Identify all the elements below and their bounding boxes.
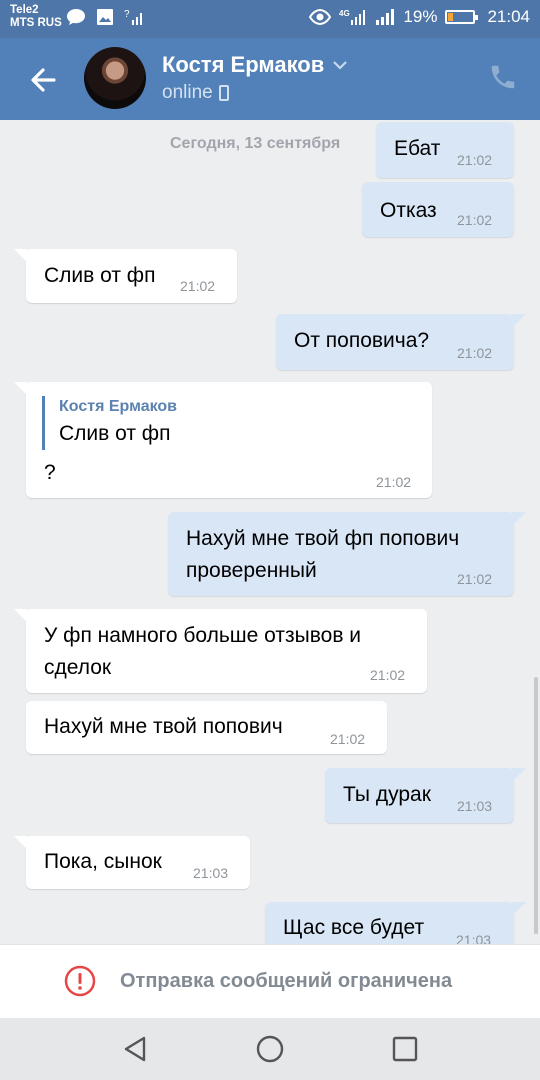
carrier-labels: Tele2 MTS RUS [10,4,62,30]
message-text: ? [44,461,56,484]
message-icon [67,9,85,25]
message-text-line-2: проверенный [186,559,317,582]
4g-signal-icon: 4G [339,9,366,25]
message-time: 21:03 [457,798,493,814]
message-incoming[interactable]: Пока, сынок 21:03 [14,836,250,889]
battery-level [448,13,454,21]
image-icon [97,9,113,25]
chat-header: Костя Ермаков online [0,38,540,120]
quote-author: Костя Ермаков [59,398,178,415]
message-text-line-1: Нахуй мне твой фп попович [186,527,460,550]
restriction-text: Отправка сообщений ограничена [120,970,453,992]
message-text: Щас все будет [283,916,425,939]
message-time: 21:02 [457,571,493,587]
signal-icon [376,9,395,25]
system-status: 4G 19% 21:04 [309,7,530,27]
battery-icon [445,10,479,24]
message-time: 21:03 [193,865,229,881]
eye-icon [309,9,332,25]
message-time: 21:03 [456,932,492,944]
home-circle-icon[interactable] [255,1034,285,1064]
message-time: 21:02 [330,731,366,747]
message-outgoing[interactable]: Отказ 21:02 [362,182,514,237]
mobile-device-icon [218,85,229,101]
message-text: Отказ [380,199,437,222]
chevron-down-icon [333,61,348,70]
message-text-line-1: У фп намного больше отзывов и [44,624,362,647]
contact-status: online [162,82,229,104]
message-text: Ебат [394,137,441,160]
arrow-left-icon[interactable] [24,60,64,100]
message-time: 21:02 [457,212,493,228]
message-text: Пока, сынок [44,850,162,873]
battery-percent: 19% [403,7,438,26]
message-text: Слив от фп [44,264,156,287]
carrier-1: Tele2 [10,4,39,16]
phone-icon[interactable] [488,62,518,92]
back-triangle-icon[interactable] [120,1034,150,1064]
message-outgoing[interactable]: Ты дурак 21:03 [325,768,526,823]
message-time: 21:02 [457,152,493,168]
message-text: Ты дурак [343,783,431,806]
recents-square-icon[interactable] [390,1034,420,1064]
message-list[interactable]: Сегодня, 13 сентября Ебат 21:02 Отказ 21… [0,120,540,944]
status-bar: Tele2 MTS RUS ? 4G 19% 21:04 [0,0,540,38]
signal-unknown-icon: ? [124,9,142,25]
message-incoming-reply[interactable]: Костя Ермаков Слив от фп ? 21:02 [14,382,432,498]
message-incoming[interactable]: У фп намного больше отзывов и сделок 21:… [14,609,427,693]
message-time: 21:02 [180,278,216,294]
scrollbar[interactable] [534,677,538,934]
message-incoming[interactable]: Слив от фп 21:02 [14,249,237,303]
message-text-line-2: сделок [44,656,112,679]
message-time: 21:02 [457,345,493,361]
carrier-2: MTS RUS [10,17,62,29]
network-label: 4G [339,9,350,18]
date-separator: Сегодня, 13 сентября [170,135,341,152]
message-outgoing[interactable]: От поповича? 21:02 [276,314,526,370]
clock: 21:04 [487,7,530,26]
message-time: 21:02 [376,474,412,490]
avatar[interactable] [84,47,146,109]
quote-text: Слив от фп [59,422,171,445]
warning-icon [64,965,96,997]
notification-icons: ? [66,8,146,26]
message-text: От поповича? [294,329,430,352]
composer-disabled-notice: Отправка сообщений ограничена [0,944,540,1018]
contact-title[interactable]: Костя Ермаков [162,52,348,78]
system-nav-bar [0,1018,540,1080]
contact-name: Костя Ермаков [162,52,325,77]
svg-text:?: ? [124,9,130,20]
message-outgoing[interactable]: Щас все будет 21:03 [265,902,526,944]
message-incoming[interactable]: Нахуй мне твой попович 21:02 [26,701,387,754]
online-status: online [162,82,213,103]
message-outgoing[interactable]: Нахуй мне твой фп попович проверенный 21… [168,512,526,596]
message-time: 21:02 [370,667,406,683]
reply-quote[interactable]: Костя Ермаков Слив от фп [42,396,177,450]
message-outgoing[interactable]: Ебат 21:02 [376,122,514,178]
message-text: Нахуй мне твой попович [44,715,283,738]
